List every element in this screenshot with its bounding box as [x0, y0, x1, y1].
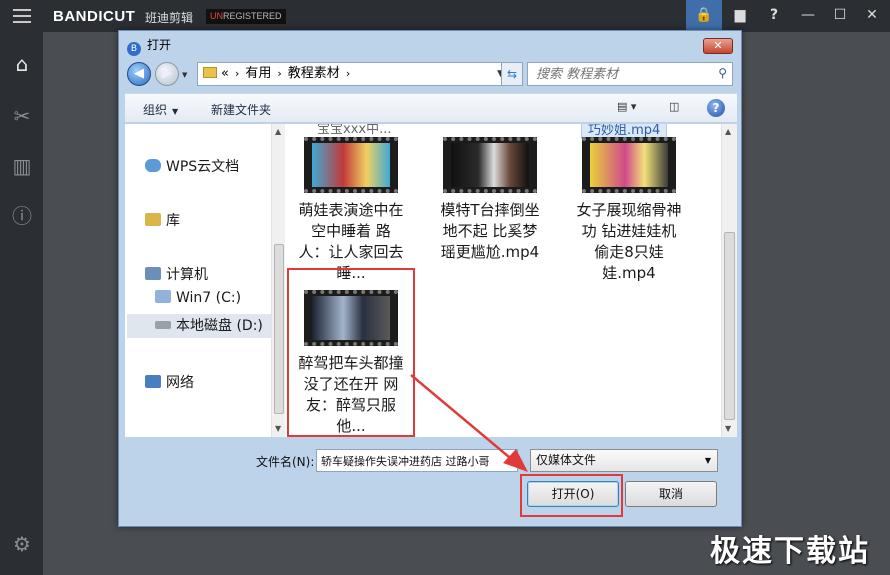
search-input[interactable]	[528, 63, 708, 86]
app-name: 班迪剪辑	[145, 11, 194, 25]
file-name: 模特T台摔倒坐地不起 比奚梦瑶更尴尬.mp4	[440, 201, 540, 261]
breadcrumb-item[interactable]: 教程素材	[288, 66, 340, 81]
nav-item-drive-d[interactable]: 本地磁盘 (D:)	[127, 314, 283, 338]
lock-icon[interactable]: 🔒	[686, 0, 722, 32]
help-icon[interactable]: ?	[707, 99, 725, 117]
file-scrollbar[interactable]: ▲ ▼	[721, 124, 737, 437]
folder-icon	[203, 67, 217, 78]
split-icon[interactable]: ▥	[10, 154, 34, 178]
filename-input[interactable]	[317, 450, 515, 472]
organize-menu[interactable]: 组织 ▼	[143, 101, 178, 118]
app-window: BANDICUT 班迪剪辑 UNREGISTERED 🔒 ▆ ? — ☐ ✕ ⌂…	[0, 0, 890, 575]
info-icon[interactable]: ⓘ	[10, 204, 34, 228]
file-name: 女子展现缩骨神功 钻进娃娃机偷走8只娃娃.mp4	[576, 201, 682, 282]
scroll-up-icon[interactable]: ▲	[725, 127, 731, 136]
scroll-up-icon[interactable]: ▲	[275, 127, 281, 136]
address-bar[interactable]: «›有用›教程素材› ▼	[197, 62, 509, 86]
video-thumbnail	[582, 137, 676, 193]
nav-item-drive-c[interactable]: Win7 (C:)	[155, 290, 241, 306]
bandicut-icon: B	[127, 42, 141, 56]
history-dropdown-icon[interactable]: ▼	[182, 71, 187, 79]
new-folder-button[interactable]: 新建文件夹	[211, 101, 271, 118]
nav-scrollbar[interactable]: ▲ ▼	[271, 124, 285, 437]
nav-item-wps[interactable]: WPS云文档	[145, 156, 239, 176]
forward-icon[interactable]: ▶	[155, 62, 179, 86]
back-icon[interactable]: ◀	[127, 62, 151, 86]
filename-field[interactable]	[316, 449, 518, 472]
preview-pane-icon[interactable]: ◫	[669, 100, 679, 116]
cloud-icon	[145, 159, 161, 172]
filetype-select[interactable]: 仅媒体文件 ▼	[530, 449, 718, 472]
unregistered-badge: UNREGISTERED	[206, 9, 286, 24]
refresh-icon[interactable]: ⇆	[501, 62, 523, 86]
dialog-body: WPS云文档 库 计算机 Win7 (C:) 本地磁盘 (D:) 网络 ▲ ▼ …	[125, 124, 737, 437]
scroll-down-icon[interactable]: ▼	[275, 424, 281, 433]
network-icon	[145, 375, 161, 388]
cut-icon[interactable]: ✂	[10, 104, 34, 128]
close-icon[interactable]: ✕	[854, 0, 890, 32]
navigation-bar: ◀ ▶ ▼ «›有用›教程素材› ▼ ⇆ ⚲	[127, 62, 737, 88]
file-tile[interactable]: 萌娃表演途中在空中睡着 路人：让人家回去睡...	[289, 137, 413, 284]
library-icon	[145, 213, 161, 226]
view-icon[interactable]: ▤ ▾	[617, 100, 636, 116]
highlight-box-file	[287, 268, 415, 437]
menu-icon[interactable]	[13, 9, 31, 23]
computer-icon	[145, 267, 161, 280]
search-box[interactable]: ⚲	[527, 62, 733, 86]
file-label-partial: 宝宝xxx中...	[317, 124, 392, 137]
file-scrollbar-thumb[interactable]	[724, 232, 735, 420]
search-icon[interactable]: ⚲	[718, 66, 727, 80]
open-file-dialog: B打开 ✕ ◀ ▶ ▼ «›有用›教程素材› ▼ ⇆ ⚲ 组织▼ 新建文件夹 ▤…	[118, 30, 742, 527]
dialog-close-button[interactable]: ✕	[703, 38, 733, 54]
minimize-icon[interactable]: —	[790, 0, 826, 32]
app-logo: BANDICUT	[53, 8, 136, 25]
settings-icon[interactable]: ⚙	[10, 532, 34, 556]
nav-item-library[interactable]: 库	[145, 210, 180, 230]
nav-item-computer[interactable]: 计算机	[145, 264, 208, 284]
navigation-pane: WPS云文档 库 计算机 Win7 (C:) 本地磁盘 (D:) 网络 ▲ ▼	[125, 124, 285, 437]
highlight-box-open	[520, 474, 623, 517]
filename-label: 文件名(N):	[256, 455, 315, 469]
title-bar: BANDICUT 班迪剪辑 UNREGISTERED 🔒 ▆ ? — ☐ ✕	[0, 0, 890, 32]
file-tile[interactable]: 模特T台摔倒坐地不起 比奚梦瑶更尴尬.mp4	[428, 137, 552, 263]
home-icon[interactable]: ⌂	[10, 52, 34, 76]
dialog-title: B 打开	[127, 36, 171, 56]
nav-scrollbar-thumb[interactable]	[274, 244, 284, 414]
drive-icon	[155, 321, 171, 329]
video-thumbnail	[443, 137, 537, 193]
breadcrumb-item[interactable]: 有用	[245, 66, 271, 81]
chevron-down-icon: ▼	[704, 456, 711, 465]
toolbar: 组织 ▼ 新建文件夹 ▤ ▾ ◫ ?	[125, 93, 737, 123]
video-thumbnail	[304, 137, 398, 193]
breadcrumb-overflow[interactable]: «	[221, 66, 229, 81]
sidebar: ⌂ ✂ ▥ ⓘ ⚙	[0, 32, 43, 575]
maximize-icon[interactable]: ☐	[822, 0, 858, 32]
nav-item-network[interactable]: 网络	[145, 372, 194, 392]
watermark: 极速下载站	[710, 534, 870, 569]
folder-icon[interactable]: ▆	[722, 0, 758, 32]
file-tile[interactable]: 女子展现缩骨神功 钻进娃娃机偷走8只娃娃.mp4	[567, 137, 691, 284]
drive-icon	[155, 290, 171, 303]
cancel-button[interactable]: 取消	[625, 481, 717, 507]
scroll-down-icon[interactable]: ▼	[725, 424, 731, 433]
help-icon[interactable]: ?	[756, 0, 792, 32]
